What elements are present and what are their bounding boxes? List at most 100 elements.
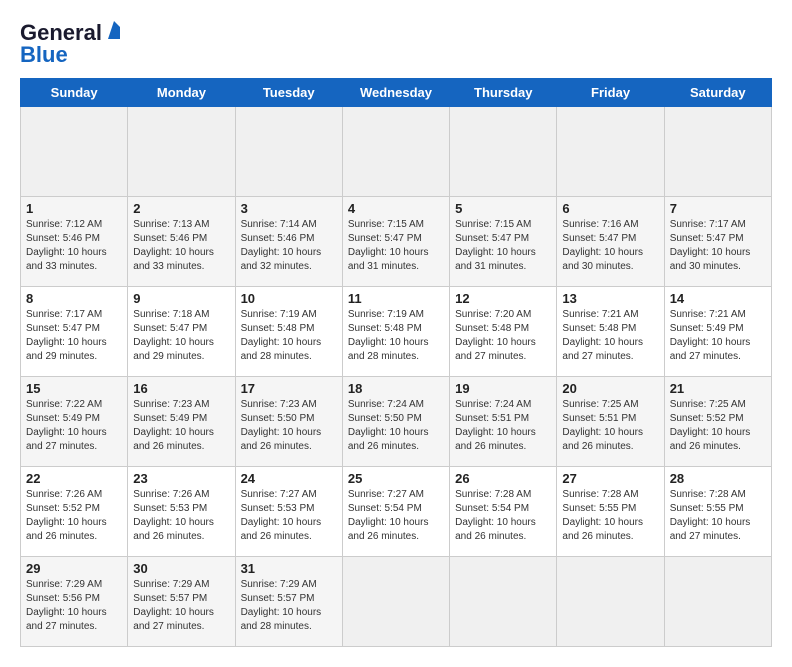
day-number: 5 [455, 201, 551, 216]
day-number: 9 [133, 291, 229, 306]
day-number: 8 [26, 291, 122, 306]
day-number: 22 [26, 471, 122, 486]
cell-content: Sunrise: 7:15 AMSunset: 5:47 PMDaylight:… [348, 218, 444, 274]
calendar-cell [235, 107, 342, 197]
day-number: 12 [455, 291, 551, 306]
calendar-cell [664, 557, 771, 647]
calendar-cell: 22 Sunrise: 7:26 AMSunset: 5:52 PMDayligh… [21, 467, 128, 557]
day-number: 2 [133, 201, 229, 216]
cell-content: Sunrise: 7:29 AMSunset: 5:56 PMDaylight:… [26, 578, 122, 634]
calendar-cell: 21 Sunrise: 7:25 AMSunset: 5:52 PMDayligh… [664, 377, 771, 467]
calendar-cell: 13Sunrise: 7:21 AMSunset: 5:48 PMDayligh… [557, 287, 664, 377]
cell-content: Sunrise: 7:13 AMSunset: 5:46 PMDaylight:… [133, 218, 229, 274]
day-number: 29 [26, 561, 122, 576]
page-header: General Blue [20, 20, 772, 68]
calendar-cell: 7Sunrise: 7:17 AMSunset: 5:47 PMDaylight… [664, 197, 771, 287]
day-header-friday: Friday [557, 79, 664, 107]
cell-content: Sunrise: 7:29 AMSunset: 5:57 PMDaylight:… [241, 578, 337, 634]
day-number: 11 [348, 291, 444, 306]
day-number: 23 [133, 471, 229, 486]
day-number: 21 [670, 381, 766, 396]
calendar-cell [128, 107, 235, 197]
day-number: 28 [670, 471, 766, 486]
calendar-cell [21, 107, 128, 197]
cell-content: Sunrise: 7:20 AMSunset: 5:48 PMDaylight:… [455, 308, 551, 364]
calendar-cell [664, 107, 771, 197]
cell-content: Sunrise: 7:15 AMSunset: 5:47 PMDaylight:… [455, 218, 551, 274]
calendar-cell: 10Sunrise: 7:19 AMSunset: 5:48 PMDayligh… [235, 287, 342, 377]
calendar-cell: 3 Sunrise: 7:14 AMSunset: 5:46 PMDaylight… [235, 197, 342, 287]
calendar-cell: 20 Sunrise: 7:25 AMSunset: 5:51 PMDayligh… [557, 377, 664, 467]
day-number: 27 [562, 471, 658, 486]
calendar-week-1: 1Sunrise: 7:12 AMSunset: 5:46 PMDaylight… [21, 197, 772, 287]
calendar-week-5: 29 Sunrise: 7:29 AMSunset: 5:56 PMDayligh… [21, 557, 772, 647]
cell-content: Sunrise: 7:22 AMSunset: 5:49 PMDaylight:… [26, 398, 122, 454]
cell-content: Sunrise: 7:17 AMSunset: 5:47 PMDaylight:… [26, 308, 122, 364]
cell-content: Sunrise: 7:25 AMSunset: 5:52 PMDaylight:… [670, 398, 766, 454]
cell-content: Sunrise: 7:21 AMSunset: 5:48 PMDaylight:… [562, 308, 658, 364]
calendar-cell: 16 Sunrise: 7:23 AMSunset: 5:49 PMDayligh… [128, 377, 235, 467]
calendar-cell: 23 Sunrise: 7:26 AMSunset: 5:53 PMDayligh… [128, 467, 235, 557]
day-number: 20 [562, 381, 658, 396]
calendar-cell: 30Sunrise: 7:29 AMSunset: 5:57 PMDayligh… [128, 557, 235, 647]
day-number: 31 [241, 561, 337, 576]
calendar-cell: 19 Sunrise: 7:24 AMSunset: 5:51 PMDayligh… [450, 377, 557, 467]
day-number: 24 [241, 471, 337, 486]
cell-content: Sunrise: 7:26 AMSunset: 5:53 PMDaylight:… [133, 488, 229, 544]
cell-content: Sunrise: 7:18 AMSunset: 5:47 PMDaylight:… [133, 308, 229, 364]
cell-content: Sunrise: 7:27 AMSunset: 5:54 PMDaylight:… [348, 488, 444, 544]
calendar-cell: 29 Sunrise: 7:29 AMSunset: 5:56 PMDayligh… [21, 557, 128, 647]
day-number: 15 [26, 381, 122, 396]
cell-content: Sunrise: 7:29 AMSunset: 5:57 PMDaylight:… [133, 578, 229, 634]
day-number: 17 [241, 381, 337, 396]
day-number: 16 [133, 381, 229, 396]
calendar-week-2: 8 Sunrise: 7:17 AMSunset: 5:47 PMDaylight… [21, 287, 772, 377]
cell-content: Sunrise: 7:24 AMSunset: 5:51 PMDaylight:… [455, 398, 551, 454]
day-number: 14 [670, 291, 766, 306]
calendar-cell: 9 Sunrise: 7:18 AMSunset: 5:47 PMDaylight… [128, 287, 235, 377]
calendar-week-4: 22 Sunrise: 7:26 AMSunset: 5:52 PMDayligh… [21, 467, 772, 557]
calendar-cell [450, 107, 557, 197]
day-number: 19 [455, 381, 551, 396]
calendar-cell: 28 Sunrise: 7:28 AMSunset: 5:55 PMDayligh… [664, 467, 771, 557]
cell-content: Sunrise: 7:27 AMSunset: 5:53 PMDaylight:… [241, 488, 337, 544]
day-number: 3 [241, 201, 337, 216]
day-number: 18 [348, 381, 444, 396]
cell-content: Sunrise: 7:24 AMSunset: 5:50 PMDaylight:… [348, 398, 444, 454]
day-header-tuesday: Tuesday [235, 79, 342, 107]
calendar-cell: 8 Sunrise: 7:17 AMSunset: 5:47 PMDaylight… [21, 287, 128, 377]
calendar-cell: 6Sunrise: 7:16 AMSunset: 5:47 PMDaylight… [557, 197, 664, 287]
calendar-cell [557, 107, 664, 197]
day-number: 6 [562, 201, 658, 216]
calendar-cell: 17 Sunrise: 7:23 AMSunset: 5:50 PMDayligh… [235, 377, 342, 467]
cell-content: Sunrise: 7:28 AMSunset: 5:54 PMDaylight:… [455, 488, 551, 544]
calendar-cell [342, 107, 449, 197]
day-header-monday: Monday [128, 79, 235, 107]
logo: General Blue [20, 20, 124, 68]
calendar-cell: 5 Sunrise: 7:15 AMSunset: 5:47 PMDaylight… [450, 197, 557, 287]
cell-content: Sunrise: 7:14 AMSunset: 5:46 PMDaylight:… [241, 218, 337, 274]
calendar-cell: 11Sunrise: 7:19 AMSunset: 5:48 PMDayligh… [342, 287, 449, 377]
day-number: 10 [241, 291, 337, 306]
day-header-wednesday: Wednesday [342, 79, 449, 107]
calendar-week-0 [21, 107, 772, 197]
calendar-cell: 14 Sunrise: 7:21 AMSunset: 5:49 PMDayligh… [664, 287, 771, 377]
cell-content: Sunrise: 7:17 AMSunset: 5:47 PMDaylight:… [670, 218, 766, 274]
calendar-cell: 24 Sunrise: 7:27 AMSunset: 5:53 PMDayligh… [235, 467, 342, 557]
calendar-cell: 2 Sunrise: 7:13 AMSunset: 5:46 PMDaylight… [128, 197, 235, 287]
calendar-table: SundayMondayTuesdayWednesdayThursdayFrid… [20, 78, 772, 647]
calendar-cell: 4 Sunrise: 7:15 AMSunset: 5:47 PMDaylight… [342, 197, 449, 287]
cell-content: Sunrise: 7:26 AMSunset: 5:52 PMDaylight:… [26, 488, 122, 544]
cell-content: Sunrise: 7:23 AMSunset: 5:49 PMDaylight:… [133, 398, 229, 454]
calendar-cell [450, 557, 557, 647]
cell-content: Sunrise: 7:28 AMSunset: 5:55 PMDaylight:… [670, 488, 766, 544]
day-number: 26 [455, 471, 551, 486]
cell-content: Sunrise: 7:28 AMSunset: 5:55 PMDaylight:… [562, 488, 658, 544]
cell-content: Sunrise: 7:25 AMSunset: 5:51 PMDaylight:… [562, 398, 658, 454]
cell-content: Sunrise: 7:23 AMSunset: 5:50 PMDaylight:… [241, 398, 337, 454]
calendar-header-row: SundayMondayTuesdayWednesdayThursdayFrid… [21, 79, 772, 107]
cell-content: Sunrise: 7:21 AMSunset: 5:49 PMDaylight:… [670, 308, 766, 364]
day-number: 4 [348, 201, 444, 216]
calendar-cell: 31 Sunrise: 7:29 AMSunset: 5:57 PMDayligh… [235, 557, 342, 647]
calendar-cell: 12 Sunrise: 7:20 AMSunset: 5:48 PMDayligh… [450, 287, 557, 377]
